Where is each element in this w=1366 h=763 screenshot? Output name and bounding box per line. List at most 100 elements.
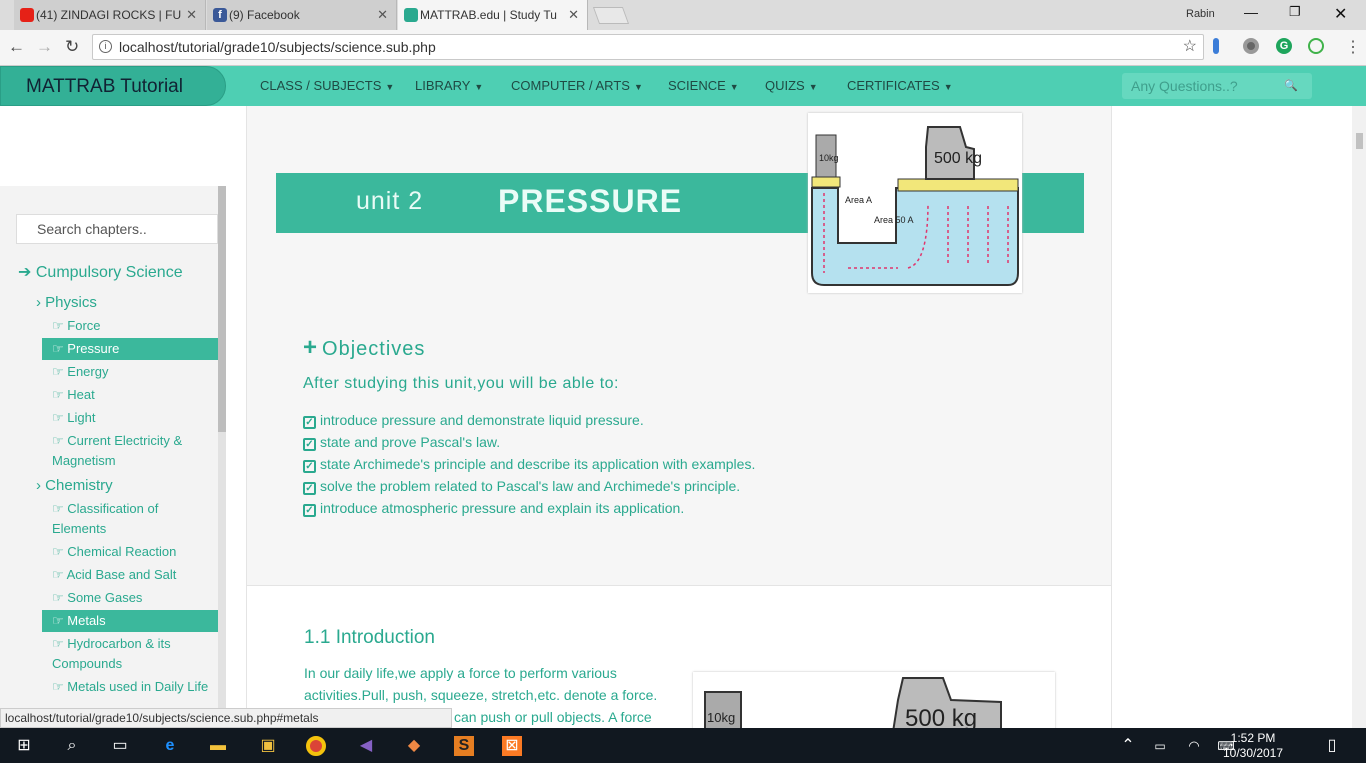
caret-down-icon: ▼ — [943, 82, 953, 92]
bookmark-star-icon[interactable]: ☆ — [1183, 35, 1197, 59]
sidebar-item-energy[interactable]: ☞ Energy — [52, 364, 108, 380]
minimize-icon[interactable]: — — [1244, 4, 1258, 20]
search-icon[interactable]: ⌕ — [62, 736, 82, 756]
sidebar-item-force[interactable]: ☞ Force — [52, 318, 101, 334]
objective-item: ✓ introduce atmospheric pressure and expl… — [303, 500, 684, 517]
battery-icon[interactable]: ▭ — [1150, 736, 1170, 756]
hydraulic-press-drawing: 10kg 500 kg Area A Area 50 A — [811, 126, 1019, 286]
nav-science[interactable]: SCIENCE ▼ — [668, 66, 739, 107]
chevron-up-icon[interactable]: ⌃ — [1118, 736, 1138, 756]
sidebar-item-acid-base-salt[interactable]: ☞ Acid Base and Salt — [52, 567, 176, 583]
sidebar-item-label: Metals used in Daily Life — [67, 679, 209, 694]
reload-icon[interactable]: ↻ — [65, 37, 79, 57]
file-explorer-icon[interactable]: ▬ — [208, 736, 228, 756]
intro-paragraph-line: In our daily life,we apply a force to pe… — [304, 665, 617, 681]
objective-text: state and prove Pascal's law. — [320, 434, 501, 450]
tab-youtube[interactable]: (41) ZINDAGI ROCKS | FU ✕ — [14, 0, 206, 30]
caret-down-icon: ▼ — [729, 82, 739, 92]
thermometer-extension-icon[interactable] — [1213, 38, 1219, 54]
restore-icon[interactable]: ❐ — [1289, 4, 1301, 20]
edge-icon[interactable]: e — [160, 736, 180, 756]
site-navbar: MATTRAB Tutorial CLASS / SUBJECTS ▼ LIBRA… — [0, 66, 1366, 106]
sidebar-scrollbar-thumb[interactable] — [218, 186, 226, 432]
nav-quizs[interactable]: QUIZS ▼ — [765, 66, 818, 107]
nav-library[interactable]: LIBRARY ▼ — [415, 66, 483, 107]
hydraulic-press-illustration-2: 10kg 500 kg — [693, 672, 1055, 728]
wifi-icon[interactable]: ◠ — [1184, 736, 1204, 756]
close-tab-icon[interactable]: ✕ — [377, 7, 388, 23]
menu-icon[interactable]: ⋮ — [1345, 37, 1361, 57]
search-placeholder: Any Questions..? — [1131, 78, 1238, 94]
nav-certificates[interactable]: CERTIFICATES ▼ — [847, 66, 953, 107]
close-tab-icon[interactable]: ✕ — [186, 7, 197, 23]
sidebar-item-label: Elements — [52, 521, 107, 536]
objective-item: ✓ solve the problem related to Pascal's l… — [303, 478, 740, 495]
sidebar-item-classification[interactable]: ☞ Classification of — [52, 501, 158, 517]
page-scrollbar[interactable] — [1352, 106, 1366, 728]
area-a-label: Area A — [845, 195, 872, 205]
git-icon[interactable]: ◆ — [404, 736, 424, 756]
sidebar-item-pressure[interactable]: ☞ Pressure — [42, 338, 218, 360]
eye-extension-icon[interactable] — [1243, 38, 1259, 54]
caret-down-icon: ▼ — [633, 82, 643, 92]
introduction-heading: 1.1 Introduction — [304, 627, 435, 648]
nav-label: CLASS / SUBJECTS — [260, 78, 382, 93]
sidebar-item-compounds[interactable]: Compounds — [52, 656, 122, 671]
store-icon[interactable]: ▣ — [258, 736, 278, 756]
nav-computer-arts[interactable]: COMPUTER / ARTS ▼ — [511, 66, 643, 107]
new-tab-button[interactable] — [592, 7, 630, 24]
task-view-icon[interactable]: ▭ — [110, 736, 130, 756]
address-bar[interactable]: i localhost/tutorial/grade10/subjects/sc… — [92, 34, 1204, 60]
sidebar-item-label: Current Electricity & — [67, 433, 183, 448]
youtube-icon — [20, 8, 34, 22]
visual-studio-icon[interactable]: ◀ — [356, 736, 376, 756]
tab-facebook[interactable]: f (9) Facebook ✕ — [207, 0, 397, 30]
sidebar-item-chemical-reaction[interactable]: ☞ Chemical Reaction — [52, 544, 176, 560]
sidebar-item-label: Heat — [67, 387, 95, 402]
sidebar-item-label: Metals — [67, 613, 106, 628]
sidebar-item-current-electricity[interactable]: ☞ Current Electricity & — [52, 433, 182, 449]
search-placeholder: Search chapters.. — [37, 221, 147, 237]
xampp-icon[interactable]: ⊠ — [502, 736, 522, 756]
sidebar-group-chemistry[interactable]: › Chemistry — [36, 477, 113, 494]
site-brand[interactable]: MATTRAB Tutorial — [0, 66, 226, 106]
sublime-text-icon[interactable]: S — [454, 736, 474, 756]
zoom-extension-icon[interactable] — [1308, 38, 1324, 54]
profile-name[interactable]: Rabin — [1186, 8, 1215, 20]
forward-icon[interactable]: → — [36, 37, 53, 57]
sidebar-root-compulsory-science[interactable]: ➔ Cumpulsory Science — [18, 262, 183, 282]
close-window-icon[interactable]: ✕ — [1334, 4, 1347, 24]
close-tab-icon[interactable]: ✕ — [568, 7, 579, 23]
chrome-icon[interactable] — [306, 736, 326, 756]
grammarly-icon[interactable]: G — [1276, 38, 1292, 54]
sidebar-item-light[interactable]: ☞ Light — [52, 410, 95, 426]
clock-date: 10/30/2017 — [1222, 746, 1284, 760]
nav-label: QUIZS — [765, 78, 805, 93]
sidebar-item-label: Energy — [67, 364, 109, 379]
back-icon[interactable]: ← — [8, 37, 25, 57]
notification-icon[interactable]: ▯ — [1322, 736, 1342, 756]
sidebar-item-magnetism[interactable]: Magnetism — [52, 453, 116, 468]
sidebar-group-physics[interactable]: › Physics — [36, 294, 97, 311]
nav-class-subjects[interactable]: CLASS / SUBJECTS ▼ — [260, 66, 394, 107]
area-50a-label: Area 50 A — [874, 215, 914, 225]
tab-title: (41) ZINDAGI ROCKS | FU — [36, 8, 182, 22]
system-clock[interactable]: 1:52 PM 10/30/2017 — [1218, 731, 1288, 761]
page-scrollbar-thumb[interactable] — [1356, 133, 1363, 149]
sidebar-item-metals-daily-life[interactable]: ☞ Metals used in Daily Life — [52, 679, 208, 695]
sidebar-item-elements[interactable]: Elements — [52, 521, 106, 536]
sidebar-item-label-wrap: ☞ Metals — [52, 613, 106, 628]
windows-start-icon[interactable]: ⊞ — [14, 736, 34, 756]
tab-mattrab[interactable]: MATTRAB.edu | Study Tu ✕ — [398, 0, 588, 30]
sidebar-item-hydrocarbon[interactable]: ☞ Hydrocarbon & its — [52, 636, 171, 652]
question-search-input[interactable]: Any Questions..? 🔍 — [1122, 73, 1312, 99]
sidebar-item-some-gases[interactable]: ☞ Some Gases — [52, 590, 142, 606]
browser-toolbar: ← → ↻ i localhost/tutorial/grade10/subje… — [0, 30, 1366, 66]
search-icon[interactable]: 🔍 — [1284, 73, 1298, 99]
chapter-search-input[interactable]: Search chapters.. — [16, 214, 218, 244]
sidebar-item-heat[interactable]: ☞ Heat — [52, 387, 95, 403]
info-icon[interactable]: i — [99, 40, 112, 53]
sidebar-item-metals[interactable]: ☞ Metals — [42, 610, 218, 632]
objective-text: solve the problem related to Pascal's la… — [320, 478, 741, 494]
tab-title: (9) Facebook — [229, 8, 300, 22]
